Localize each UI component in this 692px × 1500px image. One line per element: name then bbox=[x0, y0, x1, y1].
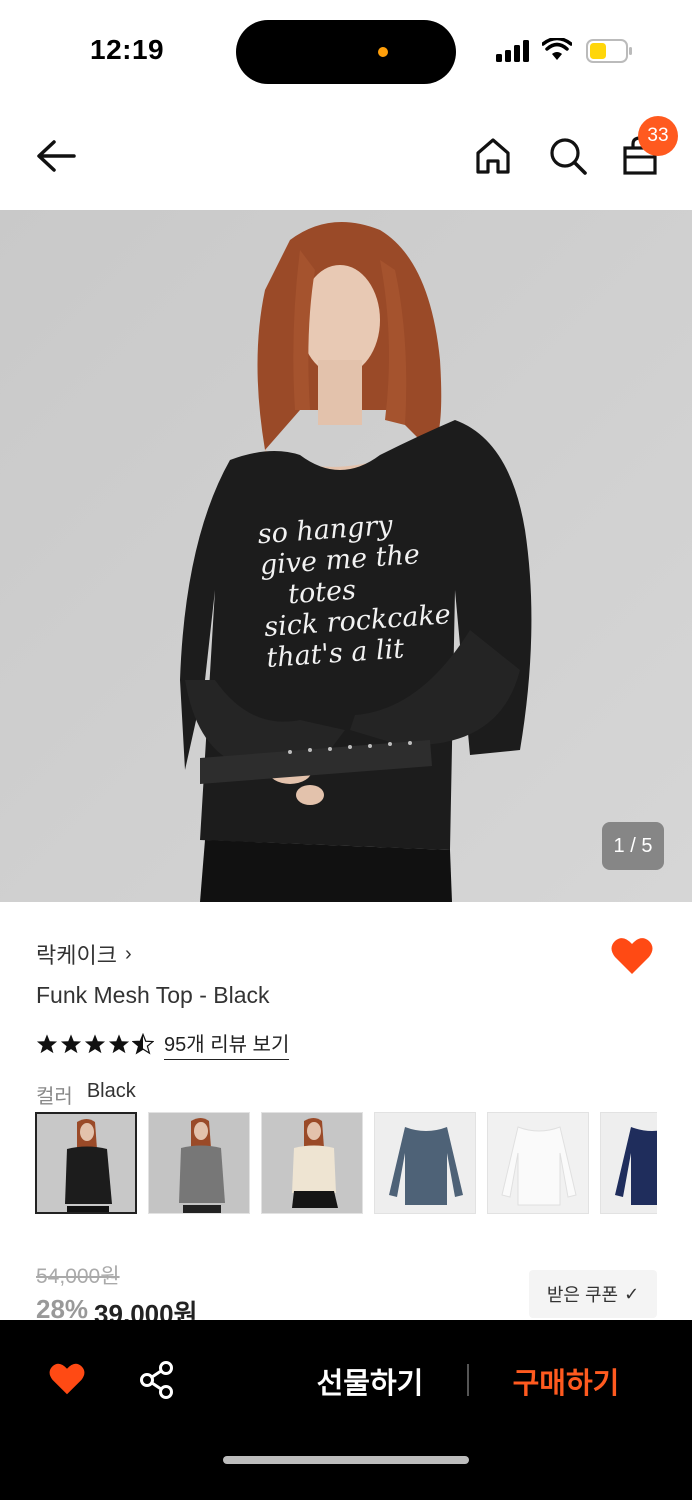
color-swatch-black[interactable] bbox=[35, 1112, 137, 1214]
original-price: 54,000원 bbox=[36, 1265, 120, 1288]
half-star-icon bbox=[132, 1033, 154, 1055]
status-bar: 12:19 bbox=[0, 0, 692, 100]
star-icon bbox=[108, 1034, 130, 1054]
swatch-thumbnail bbox=[601, 1113, 657, 1213]
swatch-thumbnail bbox=[375, 1113, 475, 1213]
swatch-thumbnail bbox=[262, 1113, 362, 1213]
wifi-icon bbox=[542, 38, 572, 60]
buy-button[interactable]: 구매하기 bbox=[496, 1360, 636, 1402]
product-image-carousel[interactable]: so hangry give me the totes sick rockcak… bbox=[0, 210, 692, 902]
brand-name: 락케이크 bbox=[36, 943, 117, 968]
bottom-action-bar: 선물하기 구매하기 bbox=[0, 1320, 692, 1500]
battery-icon bbox=[586, 39, 632, 63]
color-value: Black bbox=[86, 1080, 136, 1102]
product-name: Funk Mesh Top - Black bbox=[36, 982, 270, 1008]
divider bbox=[467, 1364, 469, 1396]
cart-count-badge: 33 bbox=[638, 116, 678, 156]
heart-icon[interactable] bbox=[48, 1362, 86, 1396]
color-option-row: 컬러 Black bbox=[36, 1080, 136, 1109]
search-icon[interactable] bbox=[548, 136, 588, 176]
swatch-thumbnail bbox=[149, 1113, 249, 1213]
cellular-signal-icon bbox=[496, 40, 529, 62]
shirt-print-text: so hangry give me the totes sick rockcak… bbox=[257, 510, 452, 674]
status-time: 12:19 bbox=[90, 34, 165, 65]
gift-button[interactable]: 선물하기 bbox=[300, 1360, 440, 1402]
recording-indicator-icon bbox=[378, 47, 388, 57]
star-icon bbox=[36, 1034, 58, 1054]
swatch-thumbnail bbox=[37, 1114, 135, 1212]
coupon-label: 받은 쿠폰 bbox=[546, 1285, 619, 1305]
color-swatch-slate-blue[interactable] bbox=[374, 1112, 476, 1214]
top-nav-bar: 33 bbox=[0, 100, 692, 210]
heart-icon[interactable] bbox=[610, 936, 654, 976]
star-rating bbox=[36, 1033, 154, 1055]
home-indicator[interactable] bbox=[223, 1456, 469, 1464]
star-icon bbox=[60, 1034, 82, 1054]
swatch-thumbnail bbox=[488, 1113, 588, 1213]
share-icon[interactable] bbox=[138, 1360, 176, 1400]
image-page-indicator: 1 / 5 bbox=[602, 822, 664, 870]
chevron-right-icon: › bbox=[124, 942, 132, 965]
home-icon[interactable] bbox=[474, 136, 512, 176]
color-swatch-list bbox=[35, 1112, 657, 1216]
check-icon: ✓ bbox=[624, 1283, 640, 1304]
received-coupon-button[interactable]: 받은 쿠폰 ✓ bbox=[529, 1270, 657, 1318]
color-label: 컬러 bbox=[36, 1086, 73, 1108]
dynamic-island bbox=[236, 20, 456, 84]
rating-row: 95개 리뷰 보기 bbox=[36, 1028, 290, 1060]
brand-link[interactable]: 락케이크 › bbox=[36, 938, 132, 970]
color-swatch-gray[interactable] bbox=[148, 1112, 250, 1214]
star-icon bbox=[84, 1034, 106, 1054]
color-swatch-navy[interactable] bbox=[600, 1112, 657, 1214]
color-swatch-cream[interactable] bbox=[261, 1112, 363, 1214]
review-link[interactable]: 95개 리뷰 보기 bbox=[164, 1028, 290, 1060]
color-swatch-white[interactable] bbox=[487, 1112, 589, 1214]
back-arrow-icon[interactable] bbox=[34, 136, 78, 176]
